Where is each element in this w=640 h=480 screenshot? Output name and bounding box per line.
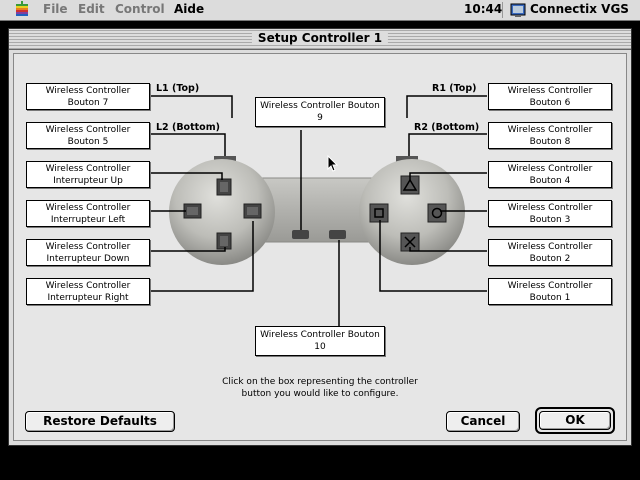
box-bouton-3[interactable]: Wireless Controller Bouton 3	[488, 200, 612, 227]
box-bouton-6[interactable]: Wireless Controller Bouton 6	[488, 83, 612, 110]
box-line-1: Wireless Controller	[507, 164, 593, 174]
box-line-1: Wireless Controller	[45, 281, 131, 291]
box-bouton-10[interactable]: Wireless Controller Bouton 10	[255, 326, 385, 356]
dpad-right	[243, 203, 262, 219]
box-line-2: Bouton 2	[529, 254, 571, 264]
circle-button-graphic	[427, 203, 447, 223]
box-bouton-2[interactable]: Wireless Controller Bouton 2	[488, 239, 612, 266]
box-line-1: Wireless Controller Bouton	[260, 330, 380, 340]
box-bouton-4[interactable]: Wireless Controller Bouton 4	[488, 161, 612, 188]
cancel-button[interactable]: Cancel	[446, 411, 520, 432]
box-line-1: Wireless Controller	[507, 125, 593, 135]
box-line-1: Wireless Controller Bouton	[260, 101, 380, 111]
label-r1-top: R1 (Top)	[432, 83, 477, 94]
box-line-1: Wireless Controller	[45, 164, 131, 174]
box-line-2: Bouton 5	[67, 137, 109, 147]
box-line-1: Wireless Controller	[507, 242, 593, 252]
box-line-2: Interrupteur Down	[46, 254, 130, 264]
box-line-2: 10	[314, 342, 326, 352]
box-bouton-5[interactable]: Wireless Controller Bouton 5	[26, 122, 150, 149]
restore-defaults-button[interactable]: Restore Defaults	[25, 411, 175, 432]
instruction-line-2: button you would like to configure.	[241, 389, 399, 399]
select-button-graphic	[292, 230, 309, 239]
instruction-line-1: Click on the box representing the contro…	[222, 377, 418, 387]
box-interrupteur-left[interactable]: Wireless Controller Interrupteur Left	[26, 200, 150, 227]
dpad-left	[183, 203, 202, 219]
start-button-graphic	[329, 230, 346, 239]
box-bouton-9[interactable]: Wireless Controller Bouton 9	[255, 97, 385, 127]
box-line-2: Bouton 4	[529, 176, 571, 186]
label-r2-bottom: R2 (Bottom)	[414, 122, 480, 133]
square-button-graphic	[369, 203, 389, 223]
mouse-pointer-icon	[327, 155, 339, 172]
box-line-1: Wireless Controller	[45, 125, 131, 135]
instruction-text: Click on the box representing the contro…	[0, 376, 640, 400]
box-line-2: Bouton 1	[529, 293, 571, 303]
box-interrupteur-up[interactable]: Wireless Controller Interrupteur Up	[26, 161, 150, 188]
label-l1-top: L1 (Top)	[156, 83, 200, 94]
box-line-2: Bouton 7	[67, 98, 109, 108]
box-bouton-7[interactable]: Wireless Controller Bouton 7	[26, 83, 150, 110]
box-interrupteur-right[interactable]: Wireless Controller Interrupteur Right	[26, 278, 150, 305]
box-line-2: Interrupteur Right	[47, 293, 129, 303]
box-line-2: Interrupteur Left	[50, 215, 126, 225]
box-line-2: Bouton 6	[529, 98, 571, 108]
box-line-1: Wireless Controller	[507, 203, 593, 213]
box-line-1: Wireless Controller	[507, 86, 593, 96]
box-line-2: Interrupteur Up	[53, 176, 123, 186]
box-line-1: Wireless Controller	[45, 203, 131, 213]
box-bouton-8[interactable]: Wireless Controller Bouton 8	[488, 122, 612, 149]
box-interrupteur-down[interactable]: Wireless Controller Interrupteur Down	[26, 239, 150, 266]
box-line-1: Wireless Controller	[45, 86, 131, 96]
ok-button[interactable]: OK	[539, 411, 611, 430]
label-l2-bottom: L2 (Bottom)	[156, 122, 220, 133]
box-line-2: Bouton 3	[529, 215, 571, 225]
box-line-1: Wireless Controller	[507, 281, 593, 291]
dpad-up	[216, 178, 232, 196]
dpad-down	[216, 232, 232, 250]
box-line-2: 9	[317, 113, 323, 123]
box-line-2: Bouton 8	[529, 137, 571, 147]
box-line-1: Wireless Controller	[45, 242, 131, 252]
box-bouton-1[interactable]: Wireless Controller Bouton 1	[488, 278, 612, 305]
